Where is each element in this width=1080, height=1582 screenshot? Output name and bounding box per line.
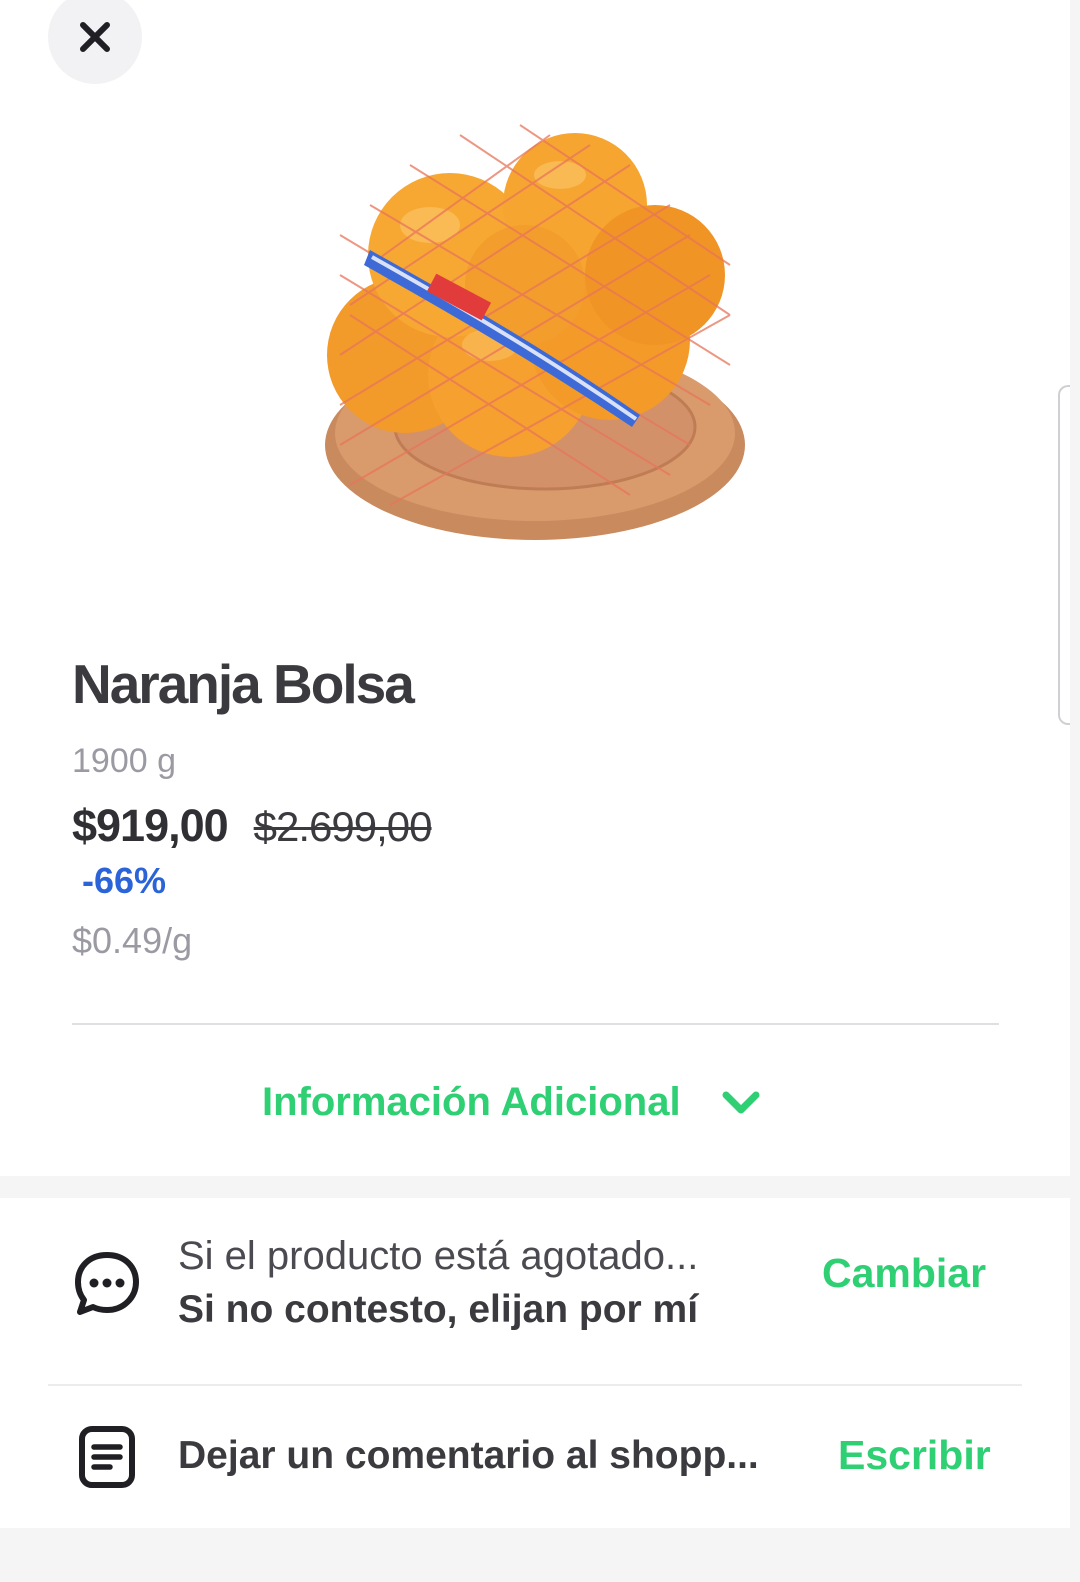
comment-label: Dejar un comentario al shopp... [178, 1434, 759, 1477]
change-preference-button[interactable]: Cambiar [822, 1250, 986, 1297]
discount-badge: -66% [82, 860, 167, 901]
write-comment-button[interactable]: Escribir [838, 1432, 991, 1479]
original-price: $2.699,00 [253, 803, 433, 850]
divider [72, 1023, 999, 1025]
additional-info-toggle[interactable]: Información Adicional [262, 1072, 802, 1132]
section-separator [0, 1176, 1070, 1198]
product-image [325, 124, 745, 540]
product-weight: 1900 g [72, 742, 176, 780]
out-of-stock-title: Si el producto está agotado... [178, 1234, 699, 1278]
additional-info-label: Información Adicional [262, 1079, 681, 1124]
chevron-down-icon [722, 1091, 760, 1114]
product-title: Naranja Bolsa [72, 653, 415, 715]
price-row: $919,00 $2.699,00 [72, 800, 433, 852]
close-icon [80, 22, 110, 52]
note-icon [79, 1426, 135, 1488]
unit-price: $0.49/g [72, 920, 193, 961]
product-detail-sheet: Naranja Bolsa 1900 g $919,00 $2.699,00 -… [0, 0, 1074, 1582]
out-of-stock-value: Si no contesto, elijan por mí [178, 1288, 699, 1331]
current-price: $919,00 [72, 800, 229, 851]
close-button[interactable] [48, 0, 142, 84]
chat-bubble-icon [75, 1252, 139, 1315]
bottom-separator [0, 1528, 1070, 1582]
background-edge [1070, 0, 1080, 1582]
